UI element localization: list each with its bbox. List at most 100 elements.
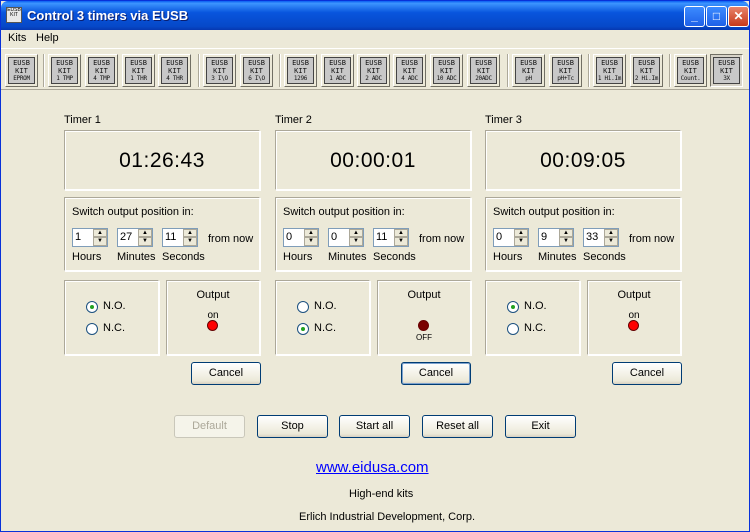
kit-label-top: EUSB [292, 59, 309, 67]
spin-up-icon[interactable]: ▲ [349, 229, 363, 237]
menu-help[interactable]: Help [36, 32, 59, 44]
from-now-label: from now [419, 233, 465, 245]
kit-button-14[interactable]: EUSB KIT pH+Tc [549, 54, 582, 87]
app-window: EUSB KIT Control 3 timers via EUSB _ □ ✕… [0, 0, 750, 532]
start-all-button[interactable]: Start all [339, 415, 410, 438]
cancel-button[interactable]: Cancel [401, 362, 471, 385]
kit-label-mid: KIT [15, 67, 28, 75]
kit-label-sub: 2 Hi.Im [634, 75, 659, 82]
toolbar-separator [43, 54, 45, 87]
spin-up-icon[interactable]: ▲ [138, 229, 152, 237]
kit-label-top: EUSB [557, 59, 574, 67]
kit-button-15[interactable]: EUSB KIT 1 Hi.Im [593, 54, 626, 87]
kit-button-4[interactable]: EUSB KIT 4 THR [158, 54, 191, 87]
spin-up-icon[interactable]: ▲ [559, 229, 573, 237]
kit-button-3[interactable]: EUSB KIT 1 THR [122, 54, 155, 87]
kit-button-11[interactable]: EUSB KIT 10 ADC [430, 54, 463, 87]
kit-label-mid: KIT [640, 67, 653, 75]
maximize-button[interactable]: □ [706, 6, 727, 27]
spin-up-icon[interactable]: ▲ [514, 229, 528, 237]
nc-radio[interactable] [86, 323, 98, 335]
switch-panel: Switch output position in: 0 ▲ ▼ 0 ▲ ▼ 11 … [275, 197, 471, 271]
spin-up-icon[interactable]: ▲ [394, 229, 408, 237]
kit-button-0[interactable]: EUSB KIT EPROM [5, 54, 38, 87]
kit-label-sub: 1 Hi.Im [597, 75, 622, 82]
kit-button-2[interactable]: EUSB KIT 4 TMP [85, 54, 118, 87]
kit-label-sub: pH+Tc [557, 75, 574, 82]
from-now-label: from now [208, 233, 254, 245]
spin-down-icon[interactable]: ▼ [349, 237, 363, 246]
minutes-spinner[interactable]: 0 ▲ ▼ [328, 228, 364, 247]
kit-button-17[interactable]: EUSB KIT Count. [674, 54, 707, 87]
hours-spinner[interactable]: 1 ▲ ▼ [72, 228, 108, 247]
kit-label-sub: 1 THR [130, 75, 147, 82]
kit-icon: EUSB KIT 1296 [287, 57, 314, 84]
spin-down-icon[interactable]: ▼ [514, 237, 528, 246]
kit-button-7[interactable]: EUSB KIT 1296 [284, 54, 317, 87]
minimize-button[interactable]: _ [684, 6, 705, 27]
spin-down-icon[interactable]: ▼ [304, 237, 318, 246]
kit-button-1[interactable]: EUSB KIT 1 TMP [48, 54, 81, 87]
toolbar-separator [507, 54, 509, 87]
menu-kits[interactable]: Kits [8, 32, 26, 44]
kit-button-9[interactable]: EUSB KIT 2 ADC [357, 54, 390, 87]
kit-button-13[interactable]: EUSB KIT pH [512, 54, 545, 87]
spin-down-icon[interactable]: ▼ [93, 237, 107, 246]
minutes-spinner[interactable]: 27 ▲ ▼ [117, 228, 153, 247]
spin-up-icon[interactable]: ▲ [93, 229, 107, 237]
minutes-spinner[interactable]: 9 ▲ ▼ [538, 228, 574, 247]
spin-up-icon[interactable]: ▲ [183, 229, 197, 237]
kit-icon: EUSB KIT 10 ADC [433, 57, 460, 84]
timer-display-panel: 00:00:01 [275, 130, 471, 190]
kit-button-10[interactable]: EUSB KIT 4 ADC [393, 54, 426, 87]
kit-label-sub: 4 ADC [401, 75, 418, 82]
hours-spinner[interactable]: 0 ▲ ▼ [493, 228, 529, 247]
seconds-spinner[interactable]: 11 ▲ ▼ [373, 228, 409, 247]
nc-radio[interactable] [507, 323, 519, 335]
seconds-spinner[interactable]: 33 ▲ ▼ [583, 228, 619, 247]
kit-button-8[interactable]: EUSB KIT 1 ADC [321, 54, 354, 87]
default-button[interactable]: Default [174, 415, 245, 438]
minutes-value: 0 [331, 231, 338, 243]
mode-panel: N.O. N.C. [64, 280, 159, 355]
title-bar[interactable]: EUSB KIT Control 3 timers via EUSB _ □ ✕ [1, 1, 749, 30]
spin-down-icon[interactable]: ▼ [183, 237, 197, 246]
nc-label: N.C. [524, 322, 546, 334]
stop-button[interactable]: Stop [257, 415, 328, 438]
nc-radio[interactable] [297, 323, 309, 335]
toolbar-separator [588, 54, 590, 87]
close-button[interactable]: ✕ [728, 6, 749, 27]
kit-button-6[interactable]: EUSB KIT 6 I\O [240, 54, 273, 87]
cancel-button[interactable]: Cancel [612, 362, 682, 385]
spin-down-icon[interactable]: ▼ [604, 237, 618, 246]
nc-label: N.C. [314, 322, 336, 334]
kit-button-5[interactable]: EUSB KIT 3 I\O [203, 54, 236, 87]
kit-button-16[interactable]: EUSB KIT 2 Hi.Im [630, 54, 663, 87]
spin-up-icon[interactable]: ▲ [304, 229, 318, 237]
no-radio[interactable] [86, 301, 98, 313]
cancel-button[interactable]: Cancel [191, 362, 261, 385]
kit-button-18[interactable]: EUSB KIT 3X [710, 54, 743, 87]
hours-spinner[interactable]: 0 ▲ ▼ [283, 228, 319, 247]
no-radio[interactable] [297, 301, 309, 313]
kit-label-top: EUSB [718, 59, 735, 67]
kit-icon: EUSB KIT 1 THR [125, 57, 152, 84]
seconds-label: Seconds [373, 251, 416, 263]
kit-icon: EUSB KIT 1 ADC [324, 57, 351, 84]
spin-down-icon[interactable]: ▼ [394, 237, 408, 246]
kit-button-12[interactable]: EUSB KIT 20ADC [467, 54, 500, 87]
tagline: High-end kits [349, 488, 414, 500]
spin-up-icon[interactable]: ▲ [604, 229, 618, 237]
seconds-spinner[interactable]: 11 ▲ ▼ [162, 228, 198, 247]
exit-button[interactable]: Exit [505, 415, 576, 438]
kit-label-top: EUSB [211, 59, 228, 67]
kit-label-mid: KIT [250, 67, 263, 75]
kit-icon: EUSB KIT Count. [677, 57, 704, 84]
spin-down-icon[interactable]: ▼ [559, 237, 573, 246]
mode-panel: N.O. N.C. [275, 280, 370, 355]
spin-down-icon[interactable]: ▼ [138, 237, 152, 246]
reset-all-button[interactable]: Reset all [422, 415, 493, 438]
no-radio[interactable] [507, 301, 519, 313]
toolbar-separator [198, 54, 200, 87]
website-link[interactable]: www.eidusa.com [316, 459, 429, 476]
